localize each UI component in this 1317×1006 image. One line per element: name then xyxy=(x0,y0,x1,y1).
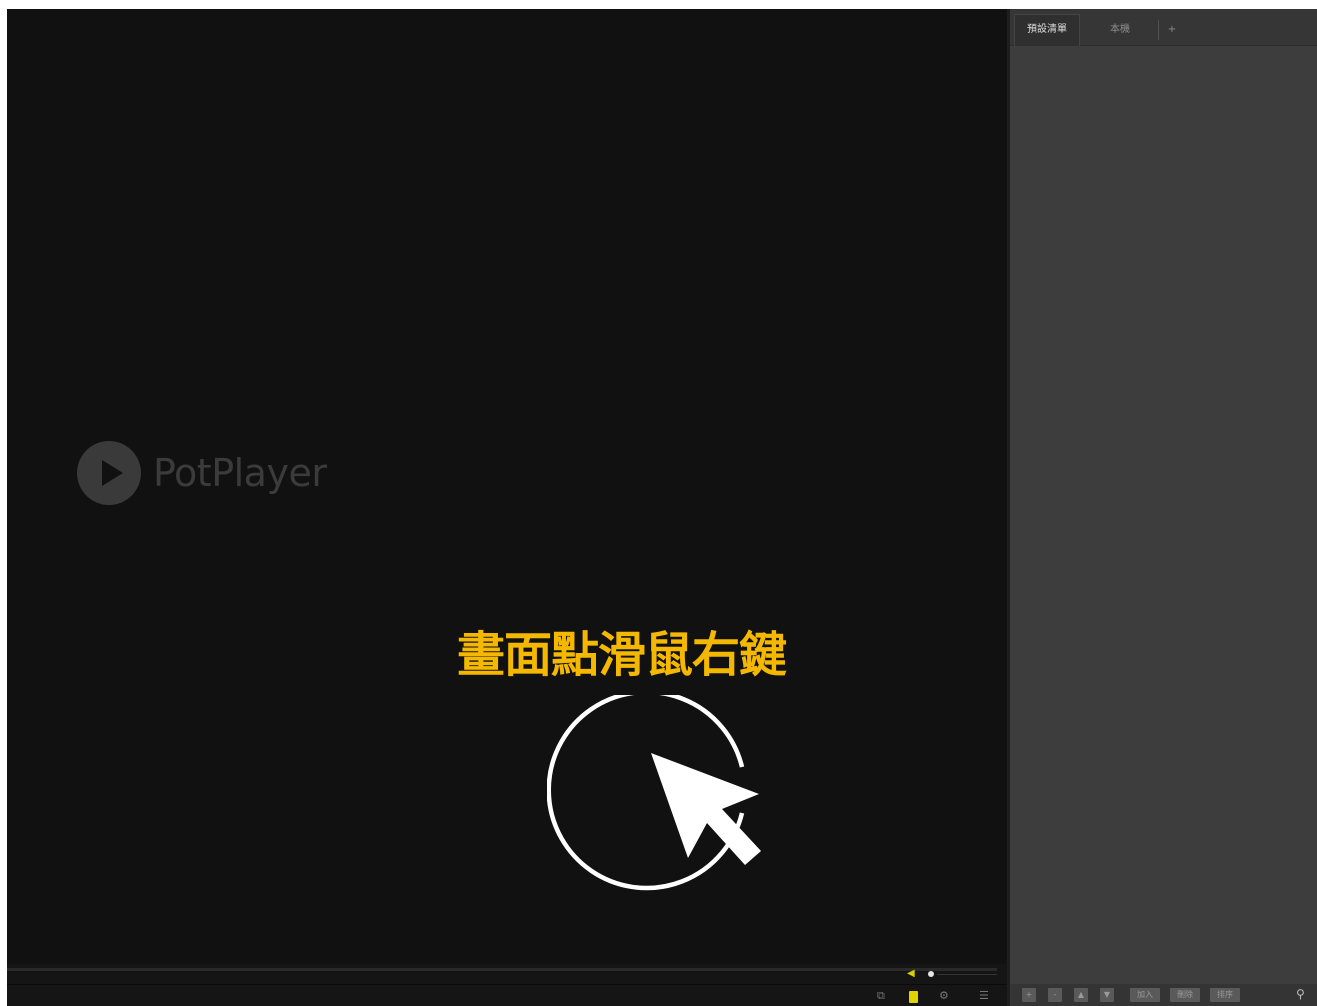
menu-icon[interactable]: ☰ xyxy=(979,990,989,1002)
logo-text: PotPlayer xyxy=(153,451,327,495)
search-icon[interactable]: ⚲ xyxy=(1296,987,1305,1001)
delete-button[interactable]: 刪除 xyxy=(1170,988,1200,1002)
volume-slider-track[interactable] xyxy=(937,974,997,975)
playlist-toolbar: + - ▲ ▼ 加入 刪除 排序 ⚲ xyxy=(1010,984,1317,1006)
add-item-button[interactable]: + xyxy=(1022,988,1036,1002)
right-click-instruction: 畫面點滑鼠右鍵 xyxy=(457,627,787,683)
control-bar: ⧉ ⚙ ☰ xyxy=(7,984,1007,1006)
mouse-pointer-icon xyxy=(547,695,761,891)
remove-item-button[interactable]: - xyxy=(1048,988,1062,1002)
sort-button[interactable]: 排序 xyxy=(1210,988,1240,1002)
subtitle-icon[interactable]: ⧉ xyxy=(877,990,885,1002)
seek-bar[interactable]: ◀ xyxy=(7,964,1007,984)
move-up-button[interactable]: ▲ xyxy=(1074,988,1088,1002)
video-area[interactable]: PotPlayer 畫面點滑鼠右鍵 xyxy=(7,9,1007,964)
bookmark-icon[interactable] xyxy=(909,991,918,1003)
potplayer-logo: PotPlayer xyxy=(77,441,327,505)
move-down-button[interactable]: ▼ xyxy=(1100,988,1114,1002)
tab-local[interactable]: 本機 xyxy=(1082,20,1159,40)
volume-slider-knob[interactable] xyxy=(928,971,934,977)
play-circle-icon xyxy=(77,441,141,505)
playlist-panel: 預設清單 本機 + + - ▲ ▼ 加入 刪除 排序 ⚲ xyxy=(1010,9,1317,1006)
speaker-icon[interactable]: ◀ xyxy=(907,969,915,979)
tab-default-list[interactable]: 預設清單 xyxy=(1014,14,1080,46)
add-tab-button[interactable]: + xyxy=(1160,20,1184,40)
add-file-button[interactable]: 加入 xyxy=(1130,988,1160,1002)
gear-icon[interactable]: ⚙ xyxy=(939,990,949,1002)
potplayer-window: PotPlayer 畫面點滑鼠右鍵 ◀ ⧉ ⚙ ☰ 預設清單 本機 + + - … xyxy=(7,9,1317,1006)
seek-track[interactable] xyxy=(7,968,997,971)
playlist-tabs: 預設清單 本機 + xyxy=(1010,9,1317,46)
